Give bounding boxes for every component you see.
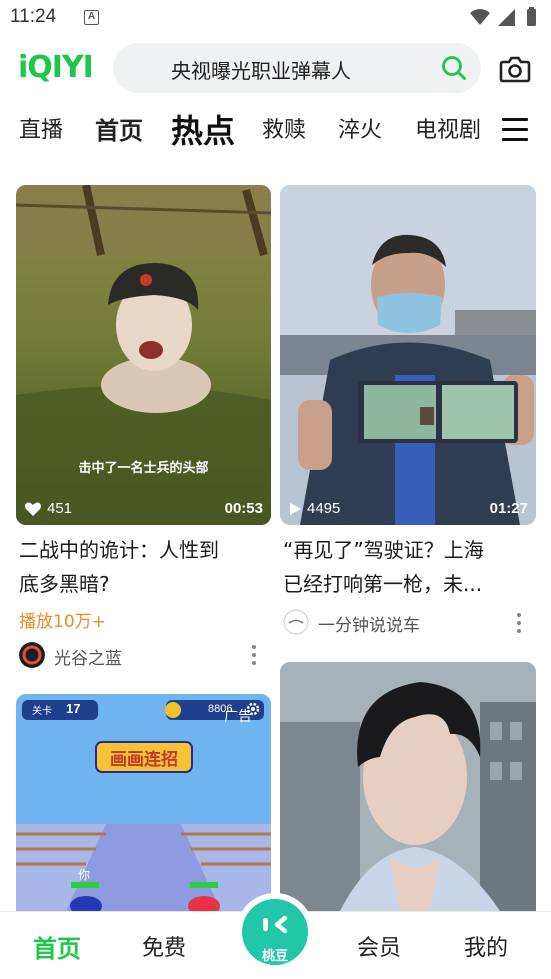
taodou-button[interactable]: 桃豆 — [236, 893, 314, 971]
search-icon[interactable] — [441, 55, 467, 81]
video-title-line2[interactable]: 底多黑暗? — [19, 567, 110, 601]
author-name[interactable]: 光谷之蓝 — [54, 644, 122, 669]
tab-quenching[interactable]: 淬火 — [338, 112, 382, 144]
search-input[interactable]: 央视曝光职业弹幕人 — [171, 55, 351, 84]
status-icons — [470, 7, 536, 26]
wifi-icon — [470, 9, 490, 25]
status-time: 11:24 — [10, 6, 57, 27]
tab-tv-series[interactable]: 电视剧 — [415, 112, 481, 144]
status-bar: 11:24 A — [0, 0, 551, 36]
search-bar[interactable]: 央视曝光职业弹幕人 — [113, 43, 481, 93]
author-name[interactable]: 一分钟说说车 — [318, 611, 420, 636]
play-icon — [290, 502, 301, 515]
video-title-line1[interactable]: “再见了”驾驶证？上海 — [283, 533, 484, 567]
battery-icon — [527, 9, 536, 26]
video-thumbnail[interactable] — [280, 662, 536, 911]
tab-live[interactable]: 直播 — [19, 112, 63, 144]
player-label: 你 — [78, 868, 91, 882]
ad-thumbnail[interactable]: 关卡 17 8806 广告 画画连招 你 — [16, 694, 271, 911]
nav-mine[interactable]: 我的 — [464, 930, 508, 962]
video-thumbnail[interactable]: 4495 01:27 — [280, 185, 536, 525]
game-title: 画画连招 — [110, 750, 178, 769]
nav-home[interactable]: 首页 — [33, 929, 81, 964]
video-card[interactable]: 4495 01:27 “再见了”驾驶证？上海 已经打响第一枪，未... 一分钟说… — [280, 185, 536, 645]
signal-icon — [498, 9, 515, 26]
like-count: 451 — [24, 500, 72, 517]
more-options-icon[interactable] — [516, 613, 522, 633]
author-avatar[interactable] — [19, 642, 45, 668]
video-card[interactable] — [280, 662, 536, 911]
taodou-face-icon — [263, 915, 288, 934]
video-title-line1[interactable]: 二战中的诡计：人性到 — [19, 533, 219, 567]
game-ad-image — [16, 694, 271, 911]
video-duration: 00:53 — [224, 500, 263, 517]
view-count-value: 4495 — [307, 500, 341, 517]
iqiyi-logo[interactable]: iQIYI — [18, 50, 94, 85]
author-avatar[interactable] — [283, 609, 309, 635]
video-card[interactable]: 击中了一名士兵的头部 451 00:53 二战中的诡计：人性到 底多黑暗? 播放… — [16, 185, 271, 675]
camera-icon[interactable] — [499, 54, 531, 84]
menu-icon[interactable] — [502, 118, 528, 142]
nav-free[interactable]: 免费 — [142, 930, 186, 962]
ad-card[interactable]: 关卡 17 8806 广告 画画连招 你 — [16, 694, 271, 911]
license-thumbnail-image — [280, 185, 536, 525]
video-caption: 击中了一名士兵的头部 — [78, 460, 209, 475]
view-count: 4495 — [288, 500, 340, 517]
level-number: 17 — [66, 701, 81, 716]
tab-home[interactable]: 首页 — [95, 111, 143, 146]
more-options-icon[interactable] — [251, 645, 257, 665]
like-count-value: 451 — [47, 500, 73, 517]
taodou-label: 桃豆 — [261, 949, 288, 964]
heart-icon — [25, 502, 41, 516]
nav-vip[interactable]: 会员 — [357, 930, 401, 962]
tab-hot[interactable]: 热点 — [171, 106, 235, 152]
video-duration: 01:27 — [489, 500, 528, 517]
gear-icon — [246, 702, 260, 716]
notification-icon: A — [84, 10, 99, 25]
tab-redemption[interactable]: 救赎 — [262, 112, 306, 144]
category-tabs: 直播 首页 热点 救赎 淬火 电视剧 — [0, 100, 551, 156]
video-title-line2[interactable]: 已经打响第一枪，未... — [283, 567, 482, 601]
level-label: 关卡 — [32, 706, 52, 717]
play-count: 播放10万+ — [19, 612, 106, 632]
video-thumbnail[interactable]: 击中了一名士兵的头部 451 00:53 — [16, 185, 271, 525]
portrait-thumbnail-image — [280, 662, 536, 911]
